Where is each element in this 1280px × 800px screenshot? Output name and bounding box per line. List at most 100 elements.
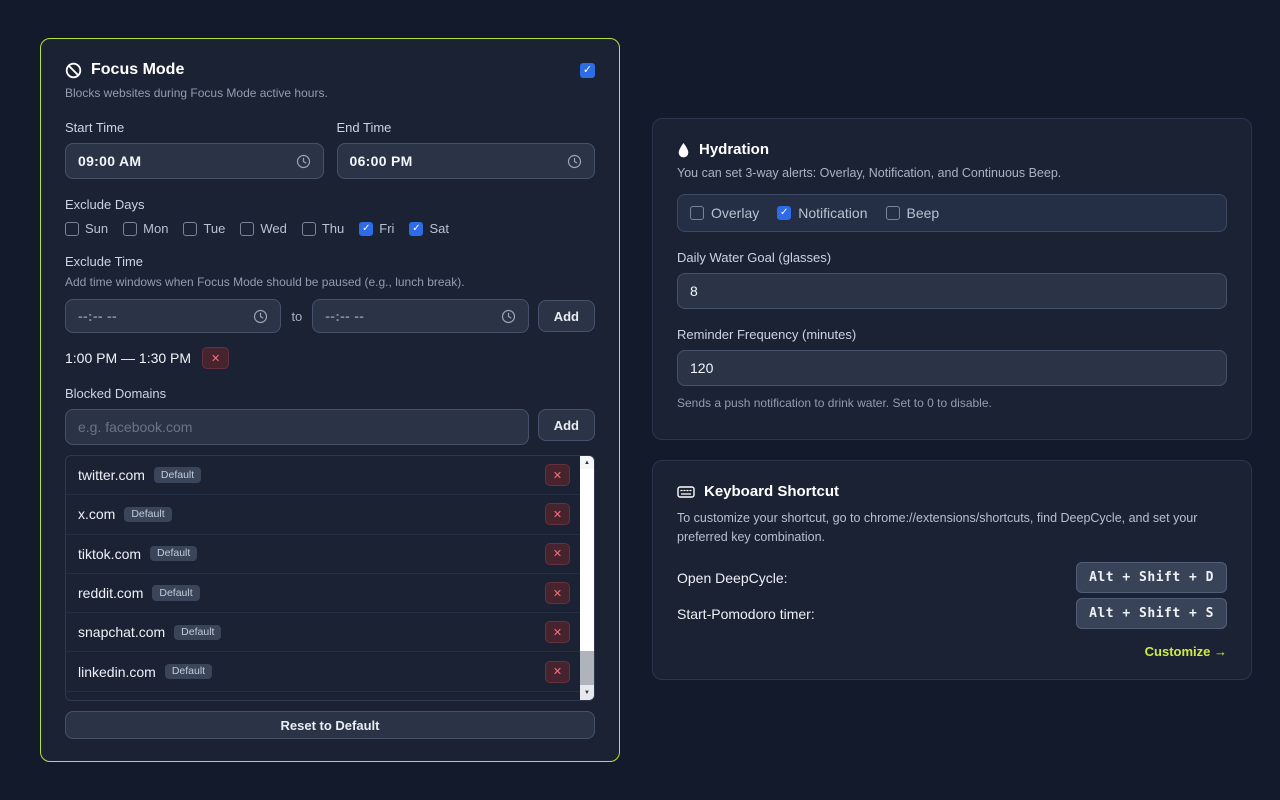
time-range: Start Time 09:00 AM End Time 06:00 PM xyxy=(65,120,595,179)
hydration-card-header: Hydration xyxy=(677,141,1227,158)
alert-checkbox[interactable] xyxy=(886,206,900,220)
day-checkbox[interactable]: ✓ xyxy=(409,222,423,236)
reset-to-default-button[interactable]: Reset to Default xyxy=(65,711,595,739)
domain-name: tiktok.com xyxy=(78,546,141,562)
remove-window-button[interactable]: ✕ xyxy=(202,347,229,369)
exclude-day-sat[interactable]: ✓ Sat xyxy=(409,221,449,236)
exclude-day-thu[interactable]: Thu xyxy=(302,221,344,236)
scrollbar-thumb[interactable] xyxy=(580,469,594,651)
domain-row: twitter.comDefault✕ xyxy=(66,456,580,495)
block-icon xyxy=(65,62,82,79)
end-time-label: End Time xyxy=(337,120,596,135)
exclude-window-text: 1:00 PM — 1:30 PM xyxy=(65,350,191,366)
remove-domain-button[interactable]: ✕ xyxy=(545,503,570,525)
day-checkbox[interactable] xyxy=(302,222,316,236)
add-domain-button[interactable]: Add xyxy=(538,409,595,441)
day-label: Wed xyxy=(260,221,287,236)
blocked-domains-list: twitter.comDefault✕x.comDefault✕tiktok.c… xyxy=(65,455,595,701)
day-label: Tue xyxy=(203,221,225,236)
focus-card-header: Focus Mode ✓ xyxy=(65,61,595,79)
end-time-input[interactable]: 06:00 PM xyxy=(337,143,596,179)
focus-description: Blocks websites during Focus Mode active… xyxy=(65,86,595,100)
alert-checkbox[interactable]: ✓ xyxy=(777,206,791,220)
clock-icon xyxy=(253,309,268,324)
domain-name: reddit.com xyxy=(78,585,143,601)
frequency-input[interactable]: 120 xyxy=(677,350,1227,386)
domain-row: reddit.comDefault✕ xyxy=(66,574,580,613)
remove-domain-button[interactable]: ✕ xyxy=(545,582,570,604)
exclude-days-row: SunMonTueWedThu✓Fri✓Sat xyxy=(65,221,595,236)
hydration-card: Hydration You can set 3-way alerts: Over… xyxy=(652,118,1252,440)
shortcut-label: Start-Pomodoro timer: xyxy=(677,606,815,622)
day-checkbox[interactable] xyxy=(65,222,79,236)
exclude-window-row: 1:00 PM — 1:30 PM ✕ xyxy=(65,346,595,370)
alert-option-notification[interactable]: ✓Notification xyxy=(777,205,867,221)
end-time-group: End Time 06:00 PM xyxy=(337,120,596,179)
domain-row: tiktok.com Default ✕ xyxy=(66,535,580,574)
default-badge: Default xyxy=(124,507,171,523)
focus-mode-card: Focus Mode ✓ Blocks websites during Focu… xyxy=(40,38,620,762)
shortcut-rows: Open DeepCycle: Alt + Shift + D Start-Pomo… xyxy=(677,561,1227,631)
alert-label: Overlay xyxy=(711,205,759,221)
domain-name: linkedin.com xyxy=(78,664,156,680)
hydration-title: Hydration xyxy=(699,141,769,158)
scroll-down-icon[interactable]: ▼ xyxy=(580,685,594,700)
alert-option-beep[interactable]: Beep xyxy=(886,205,940,221)
default-badge: Default xyxy=(150,546,197,562)
to-label: to xyxy=(290,309,303,324)
focus-enabled-checkbox[interactable]: ✓ xyxy=(580,63,595,78)
add-exclude-time-button[interactable]: Add xyxy=(538,300,595,332)
exclude-from-input[interactable]: --:-- -- xyxy=(65,299,281,333)
domain-row: x.com Default ✕ xyxy=(66,495,580,534)
blocked-domains-label: Blocked Domains xyxy=(65,386,595,401)
exclude-day-fri[interactable]: ✓Fri xyxy=(359,221,394,236)
day-label: Mon xyxy=(143,221,168,236)
shortcut-label: Open DeepCycle: xyxy=(677,570,788,586)
alert-option-overlay[interactable]: Overlay xyxy=(690,205,759,221)
exclude-day-sun[interactable]: Sun xyxy=(65,221,108,236)
keyboard-shortcut-card: Keyboard Shortcut To customize your shor… xyxy=(652,460,1252,680)
day-checkbox[interactable]: ✓ xyxy=(359,222,373,236)
domain-row: linkedin.com Default ✕ xyxy=(66,652,580,691)
shortcut-keys: Alt + Shift + S xyxy=(1076,598,1227,629)
hydration-description: You can set 3-way alerts: Overlay, Notif… xyxy=(677,166,1227,180)
day-label: Thu xyxy=(322,221,344,236)
day-checkbox[interactable] xyxy=(240,222,254,236)
day-checkbox[interactable] xyxy=(183,222,197,236)
default-badge: Default xyxy=(165,664,212,680)
exclude-to-input[interactable]: --:-- -- xyxy=(312,299,528,333)
exclude-day-wed[interactable]: Wed xyxy=(240,221,287,236)
exclude-day-tue[interactable]: Tue xyxy=(183,221,225,236)
default-badge: Default xyxy=(174,625,221,641)
options-page: Focus Mode ✓ Blocks websites during Focu… xyxy=(0,0,1280,800)
day-checkbox[interactable] xyxy=(123,222,137,236)
shortcut-keys: Alt + Shift + D xyxy=(1076,562,1227,593)
shortcut-title: Keyboard Shortcut xyxy=(704,483,839,500)
scroll-up-icon[interactable]: ▲ xyxy=(580,456,594,469)
customize-link[interactable]: Customize → xyxy=(1145,644,1227,659)
exclude-time-label: Exclude Time xyxy=(65,254,595,269)
day-label: Sat xyxy=(429,221,449,236)
day-label: Sun xyxy=(85,221,108,236)
default-badge: Default xyxy=(154,467,201,483)
scrollbar[interactable]: ▲ ▼ xyxy=(580,456,594,700)
water-goal-label: Daily Water Goal (glasses) xyxy=(677,250,1227,265)
shortcut-card-header: Keyboard Shortcut xyxy=(677,483,1227,500)
remove-domain-button[interactable]: ✕ xyxy=(545,661,570,683)
domain-row: snapchat.com Default ✕ xyxy=(66,613,580,652)
alert-checkbox[interactable] xyxy=(690,206,704,220)
remove-domain-button[interactable]: ✕ xyxy=(545,543,570,565)
exclude-windows: 1:00 PM — 1:30 PM ✕ xyxy=(65,346,595,370)
alert-options: Overlay ✓Notification Beep xyxy=(677,194,1227,232)
domain-name: x.com xyxy=(78,506,115,522)
clock-icon xyxy=(567,154,582,169)
remove-domain-button[interactable]: ✕ xyxy=(545,464,570,486)
water-goal-input[interactable]: 8 xyxy=(677,273,1227,309)
keyboard-icon xyxy=(677,485,695,499)
domain-input[interactable]: e.g. facebook.com xyxy=(65,409,529,445)
shortcut-row: Start-Pomodoro timer: Alt + Shift + S xyxy=(677,597,1227,631)
domain-name: snapchat.com xyxy=(78,624,165,640)
exclude-day-mon[interactable]: Mon xyxy=(123,221,168,236)
start-time-input[interactable]: 09:00 AM xyxy=(65,143,324,179)
remove-domain-button[interactable]: ✕ xyxy=(545,621,570,643)
